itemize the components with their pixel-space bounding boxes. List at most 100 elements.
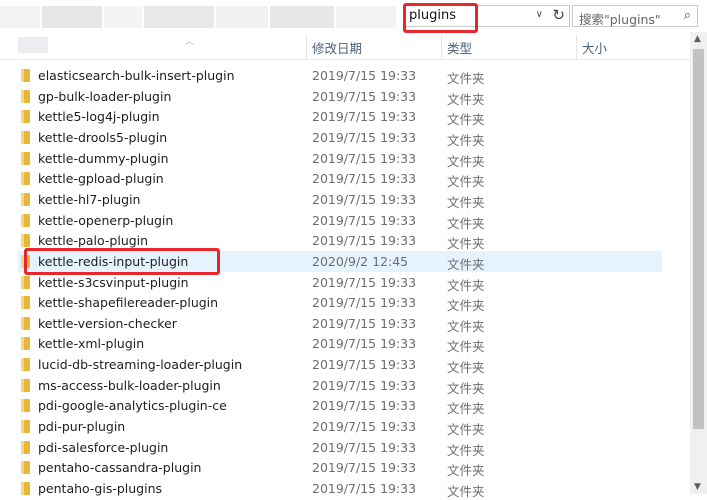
file-type: 文件夹: [447, 194, 485, 210]
file-date: 2019/7/15 19:33: [312, 109, 417, 125]
file-row[interactable]: elasticsearch-bulk-insert-plugin 2019/7/1…: [18, 65, 662, 86]
file-type: 文件夹: [447, 298, 485, 314]
file-name: kettle5-log4j-plugin: [38, 109, 160, 125]
folder-icon: [21, 110, 30, 124]
chevron-down-icon[interactable]: ∨: [536, 9, 543, 20]
file-type: 文件夹: [447, 442, 485, 458]
column-divider[interactable]: [441, 35, 442, 59]
scroll-up-icon[interactable]: ▲: [694, 34, 701, 44]
file-row[interactable]: kettle-drools5-plugin 2019/7/15 19:33 文件夹: [18, 127, 662, 148]
file-row[interactable]: kettle-gpload-plugin 2019/7/15 19:33 文件夹: [18, 168, 662, 189]
file-name: kettle-shapefilereader-plugin: [38, 295, 219, 311]
file-type: 文件夹: [447, 112, 485, 128]
address-breadcrumb-blurred: [0, 0, 398, 32]
file-name: kettle-xml-plugin: [38, 336, 145, 352]
folder-icon: [21, 275, 30, 289]
file-date: 2019/7/15 19:33: [312, 315, 417, 331]
folder-icon: [21, 213, 30, 227]
file-type: 文件夹: [447, 91, 485, 107]
file-type: 文件夹: [447, 484, 485, 499]
file-type: 文件夹: [447, 132, 485, 148]
folder-icon: [21, 358, 30, 372]
file-row[interactable]: kettle-version-checker 2019/7/15 19:33 文件夹: [18, 313, 662, 334]
file-row[interactable]: kettle-shapefilereader-plugin 2019/7/15 1…: [18, 292, 662, 313]
file-date: 2019/7/15 19:33: [312, 419, 417, 435]
file-row[interactable]: kettle-xml-plugin 2019/7/15 19:33 文件夹: [18, 333, 662, 354]
column-type-header[interactable]: 类型: [447, 38, 472, 57]
file-date: 2019/7/15 19:33: [312, 150, 417, 166]
file-date: 2019/7/15 19:33: [312, 171, 417, 187]
file-row[interactable]: pentaho-cassandra-plugin 2019/7/15 19:33 文…: [18, 457, 662, 478]
column-divider[interactable]: [576, 35, 577, 59]
refresh-icon[interactable]: ↻: [552, 6, 565, 24]
file-row[interactable]: ms-access-bulk-loader-plugin 2019/7/15 19…: [18, 375, 662, 396]
folder-icon: [21, 440, 30, 454]
scrollbar-thumb[interactable]: [693, 49, 704, 429]
file-type: 文件夹: [447, 236, 485, 252]
file-name: pdi-google-analytics-plugin-ce: [38, 398, 227, 414]
file-type: 文件夹: [447, 380, 485, 396]
file-name: kettle-drools5-plugin: [38, 129, 168, 145]
file-date: 2019/7/15 19:33: [312, 460, 417, 476]
file-date: 2019/7/15 19:33: [312, 68, 417, 83]
file-row[interactable]: pdi-google-analytics-plugin-ce 2019/7/15 …: [18, 395, 662, 416]
file-row[interactable]: pdi-salesforce-plugin 2019/7/15 19:33 文件夹: [18, 437, 662, 458]
file-date: 2019/7/15 19:33: [312, 398, 417, 414]
column-divider[interactable]: [306, 35, 307, 59]
vertical-scrollbar[interactable]: ▲ ▼: [690, 32, 707, 494]
file-type: 文件夹: [447, 277, 485, 293]
file-date: 2019/7/15 19:33: [312, 274, 417, 290]
file-type: 文件夹: [447, 422, 485, 438]
file-row[interactable]: kettle5-log4j-plugin 2019/7/15 19:33 文件夹: [18, 106, 662, 127]
column-size-header[interactable]: 大小: [582, 38, 607, 57]
file-type: 文件夹: [447, 401, 485, 417]
address-highlight-box: [403, 3, 478, 33]
file-date: 2019/7/15 19:33: [312, 212, 417, 228]
file-name: pdi-salesforce-plugin: [38, 439, 169, 455]
file-date: 2019/7/15 19:33: [312, 377, 417, 393]
file-type: 文件夹: [447, 463, 485, 479]
file-row[interactable]: gp-bulk-loader-plugin 2019/7/15 19:33 文件夹: [18, 86, 662, 107]
file-row[interactable]: pentaho-gis-plugins 2019/7/15 19:33 文件夹: [18, 478, 662, 499]
folder-icon: [21, 172, 30, 186]
folder-icon: [21, 316, 30, 330]
file-name: kettle-openerp-plugin: [38, 212, 174, 228]
file-date: 2019/7/15 19:33: [312, 439, 417, 455]
folder-icon: [21, 378, 30, 392]
file-type: 文件夹: [447, 174, 485, 190]
scroll-down-icon[interactable]: ▼: [694, 482, 701, 492]
folder-icon: [21, 89, 30, 103]
file-date: 2019/7/15 19:33: [312, 357, 417, 373]
file-row[interactable]: kettle-dummy-plugin 2019/7/15 19:33 文件夹: [18, 148, 662, 169]
file-name: pentaho-cassandra-plugin: [38, 460, 202, 476]
file-type: 文件夹: [447, 256, 485, 272]
column-name-header-blurred[interactable]: [18, 37, 48, 53]
folder-icon: [21, 296, 30, 310]
file-date: 2019/7/15 19:33: [312, 295, 417, 311]
folder-icon: [21, 192, 30, 206]
file-row[interactable]: lucid-db-streaming-loader-plugin 2019/7/1…: [18, 354, 662, 375]
file-row[interactable]: kettle-hl7-plugin 2019/7/15 19:33 文件夹: [18, 189, 662, 210]
file-date: 2019/7/15 19:33: [312, 88, 417, 104]
file-name: gp-bulk-loader-plugin: [38, 88, 172, 104]
folder-icon: [21, 461, 30, 475]
file-name: elasticsearch-bulk-insert-plugin: [38, 68, 235, 83]
folder-icon: [21, 151, 30, 165]
selected-row-highlight-box: [24, 248, 220, 275]
file-name: ms-access-bulk-loader-plugin: [38, 377, 221, 393]
file-date: 2019/7/15 19:33: [312, 191, 417, 207]
sort-up-icon: ︿: [185, 37, 195, 47]
search-icon[interactable]: ⌕: [684, 8, 691, 23]
file-row[interactable]: pdi-pur-plugin 2019/7/15 19:33 文件夹: [18, 416, 662, 437]
file-row[interactable]: kettle-openerp-plugin 2019/7/15 19:33 文件夹: [18, 210, 662, 231]
search-input[interactable]: 搜索"plugins": [579, 9, 661, 28]
column-date-header[interactable]: 修改日期: [312, 38, 362, 57]
file-name: kettle-version-checker: [38, 315, 177, 331]
file-name: kettle-palo-plugin: [38, 233, 149, 249]
file-name: kettle-hl7-plugin: [38, 191, 141, 207]
folder-icon: [21, 234, 30, 248]
folder-icon: [21, 420, 30, 434]
file-type: 文件夹: [447, 153, 485, 169]
file-date: 2019/7/15 19:33: [312, 129, 417, 145]
search-box[interactable]: 搜索"plugins" ⌕: [572, 5, 698, 27]
